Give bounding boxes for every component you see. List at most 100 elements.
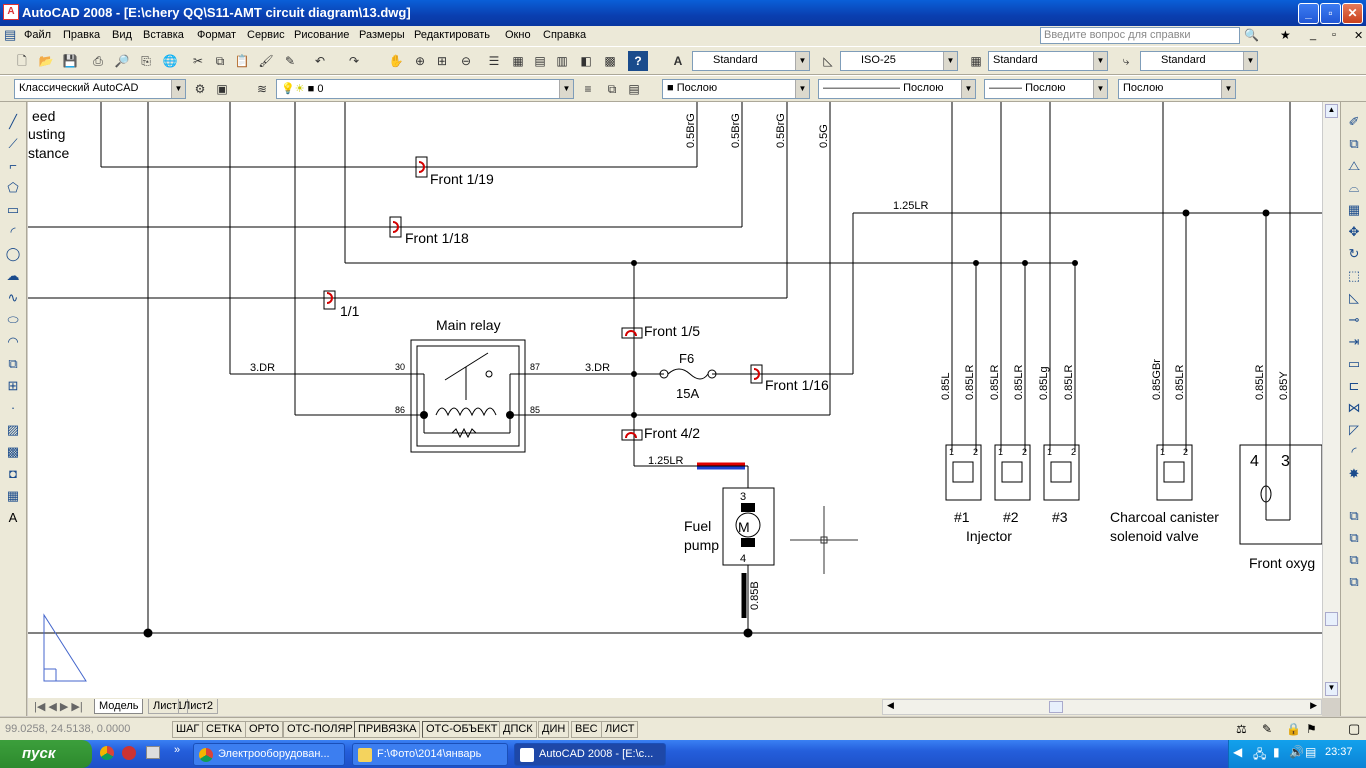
menu-help[interactable]: Справка [543,29,586,41]
multileader-style-select[interactable]: Standard ▼ [1140,51,1258,71]
erase-icon[interactable]: ✐ [1344,112,1364,132]
scale-icon[interactable]: ⬚ [1344,266,1364,286]
desktop-quicklaunch-icon[interactable] [146,746,160,759]
table-icon[interactable]: ▦ [3,486,23,506]
break-icon[interactable]: ⊏ [1344,376,1364,396]
tab-nav-arrows-icon[interactable]: |◀ ◀ ▶ ▶| [30,699,87,714]
workspace-select[interactable]: Классический AutoCAD ▼ [14,79,186,99]
open-icon[interactable]: 📂 [36,51,56,71]
dim-style-icon[interactable]: ◺ [818,51,838,71]
new-icon[interactable]: 🗋 [12,51,32,71]
grid-toggle[interactable]: СЕТКА [202,721,246,738]
chamfer-icon[interactable]: ◸ [1344,420,1364,440]
block-editor-icon[interactable]: ✎ [280,51,300,71]
multileader-style-icon[interactable]: ⤷ [1116,51,1136,71]
cut-icon[interactable]: ✂ [188,51,208,71]
draworder-under-icon[interactable]: ⧉ [1344,572,1364,592]
menu-modify[interactable]: Редактировать [414,29,490,41]
table-style-select[interactable]: Standard ▼ [988,51,1108,71]
matchprop-icon[interactable]: 🖌 [256,51,276,71]
menu-edit[interactable]: Правка [63,29,100,41]
dyn-toggle[interactable]: ДИН [538,721,570,738]
zoom-previous-icon[interactable]: ⊖ [456,51,476,71]
fillet-icon[interactable]: ◜ [1344,442,1364,462]
menu-insert[interactable]: Вставка [143,29,184,41]
paste-icon[interactable]: 📋 [232,51,252,71]
markup-icon[interactable]: ◧ [576,51,596,71]
snap-toggle[interactable]: ШАГ [172,721,204,738]
explode-icon[interactable]: ✸ [1344,464,1364,484]
calculator-icon[interactable]: ▩ [600,51,620,71]
point-icon[interactable]: · [3,398,23,418]
draworder-above-icon[interactable]: ⧉ [1344,550,1364,570]
ortho-toggle[interactable]: ОРТО [245,721,284,738]
annotation-scale-icon[interactable]: ⚖ [1236,722,1247,736]
opera-quicklaunch-icon[interactable] [122,746,136,760]
text-style-icon[interactable]: A [668,51,688,71]
hscroll-thumb[interactable] [1049,701,1063,713]
pan-icon[interactable]: ✋ [386,51,406,71]
color-select[interactable]: ■ Послою ▼ [662,79,810,99]
minimize-button[interactable]: _ [1298,3,1319,24]
menu-draw[interactable]: Рисование [294,29,349,41]
doc-minimize-button[interactable]: _ [1310,29,1316,41]
redo-icon[interactable]: ↷ [344,51,364,71]
lwt-toggle[interactable]: ВЕС [571,721,602,738]
search-icon[interactable]: 🔍 [1244,28,1259,42]
lineweight-select[interactable]: ——— Послою ▼ [984,79,1108,99]
make-block-icon[interactable]: ⊞ [3,376,23,396]
lock-icon[interactable]: 🔒 [1286,722,1301,736]
tab-model[interactable]: Модель [94,699,144,714]
close-button[interactable]: ✕ [1342,3,1363,24]
doc-menu-icon[interactable]: ▤ [4,27,16,43]
construction-line-icon[interactable]: ⟋ [3,134,23,154]
polyline-icon[interactable]: ⌐ [3,156,23,176]
menu-tools[interactable]: Сервис [247,29,285,41]
hatch-icon[interactable]: ▨ [3,420,23,440]
help-icon[interactable]: ? [628,51,648,71]
network-icon[interactable]: 🖧 [1253,745,1266,766]
star-icon[interactable]: ★ [1280,28,1291,42]
osnap-toggle[interactable]: ПРИВЯЗКА [354,721,421,738]
dim-style-select[interactable]: ISO-25 ▼ [840,51,958,71]
tab-layout2[interactable]: Лист2 [178,699,219,714]
quicklaunch-more-icon[interactable]: » [174,744,180,756]
communication-center-icon[interactable]: ⚑ [1306,722,1317,736]
layer-select[interactable]: 💡☀ ■ 0 ▼ [276,79,574,99]
ducs-toggle[interactable]: ДПСК [499,721,537,738]
draworder-front-icon[interactable]: ⧉ [1344,506,1364,526]
stretch-icon[interactable]: ◺ [1344,288,1364,308]
doc-restore-button[interactable]: ▫ [1332,29,1336,41]
join-icon[interactable]: ⋈ [1344,398,1364,418]
spline-icon[interactable]: ∿ [3,288,23,308]
break-point-icon[interactable]: ▭ [1344,354,1364,374]
linetype-select[interactable]: ——————— Послою ▼ [818,79,976,99]
doc-close-button[interactable]: ✕ [1354,29,1363,42]
paper-toggle[interactable]: ЛИСТ [601,721,639,738]
menu-view[interactable]: Вид [112,29,132,41]
task-explorer[interactable]: F:\Фото\2014\январь [352,743,508,766]
trim-icon[interactable]: ⊸ [1344,310,1364,330]
horizontal-scrollbar[interactable]: ◀ ▶ [882,699,1322,715]
plotstyle-select[interactable]: Послою ▼ [1118,79,1236,99]
volume-icon[interactable]: 🔊 [1289,745,1304,759]
menu-file[interactable]: Файл [24,29,51,41]
task-autocad[interactable]: AutoCAD 2008 - [E:\c... [514,743,666,766]
move-icon[interactable]: ✥ [1344,222,1364,242]
signal-icon[interactable]: ▮ [1273,745,1280,759]
annotation-visibility-icon[interactable]: ✎ [1262,722,1272,736]
start-button[interactable]: пуск [0,740,92,768]
vertical-scrollbar[interactable]: ▲ ▼ [1322,102,1340,698]
polygon-icon[interactable]: ⬠ [3,178,23,198]
workspace-settings-icon[interactable]: ⚙ [190,79,210,99]
mtext-icon[interactable]: A [3,508,23,528]
zoom-window-icon[interactable]: ⊞ [432,51,452,71]
task-chrome[interactable]: Электрооборудован... [193,743,345,766]
layer-manager-icon[interactable]: ≋ [252,79,272,99]
preview-icon[interactable]: 🔎 [112,51,132,71]
circle-icon[interactable]: ◯ [3,244,23,264]
gradient-icon[interactable]: ▩ [3,442,23,462]
menu-dimension[interactable]: Размеры [359,29,405,41]
design-center-icon[interactable]: ▦ [508,51,528,71]
publish-icon[interactable]: ⎘ [136,51,156,71]
